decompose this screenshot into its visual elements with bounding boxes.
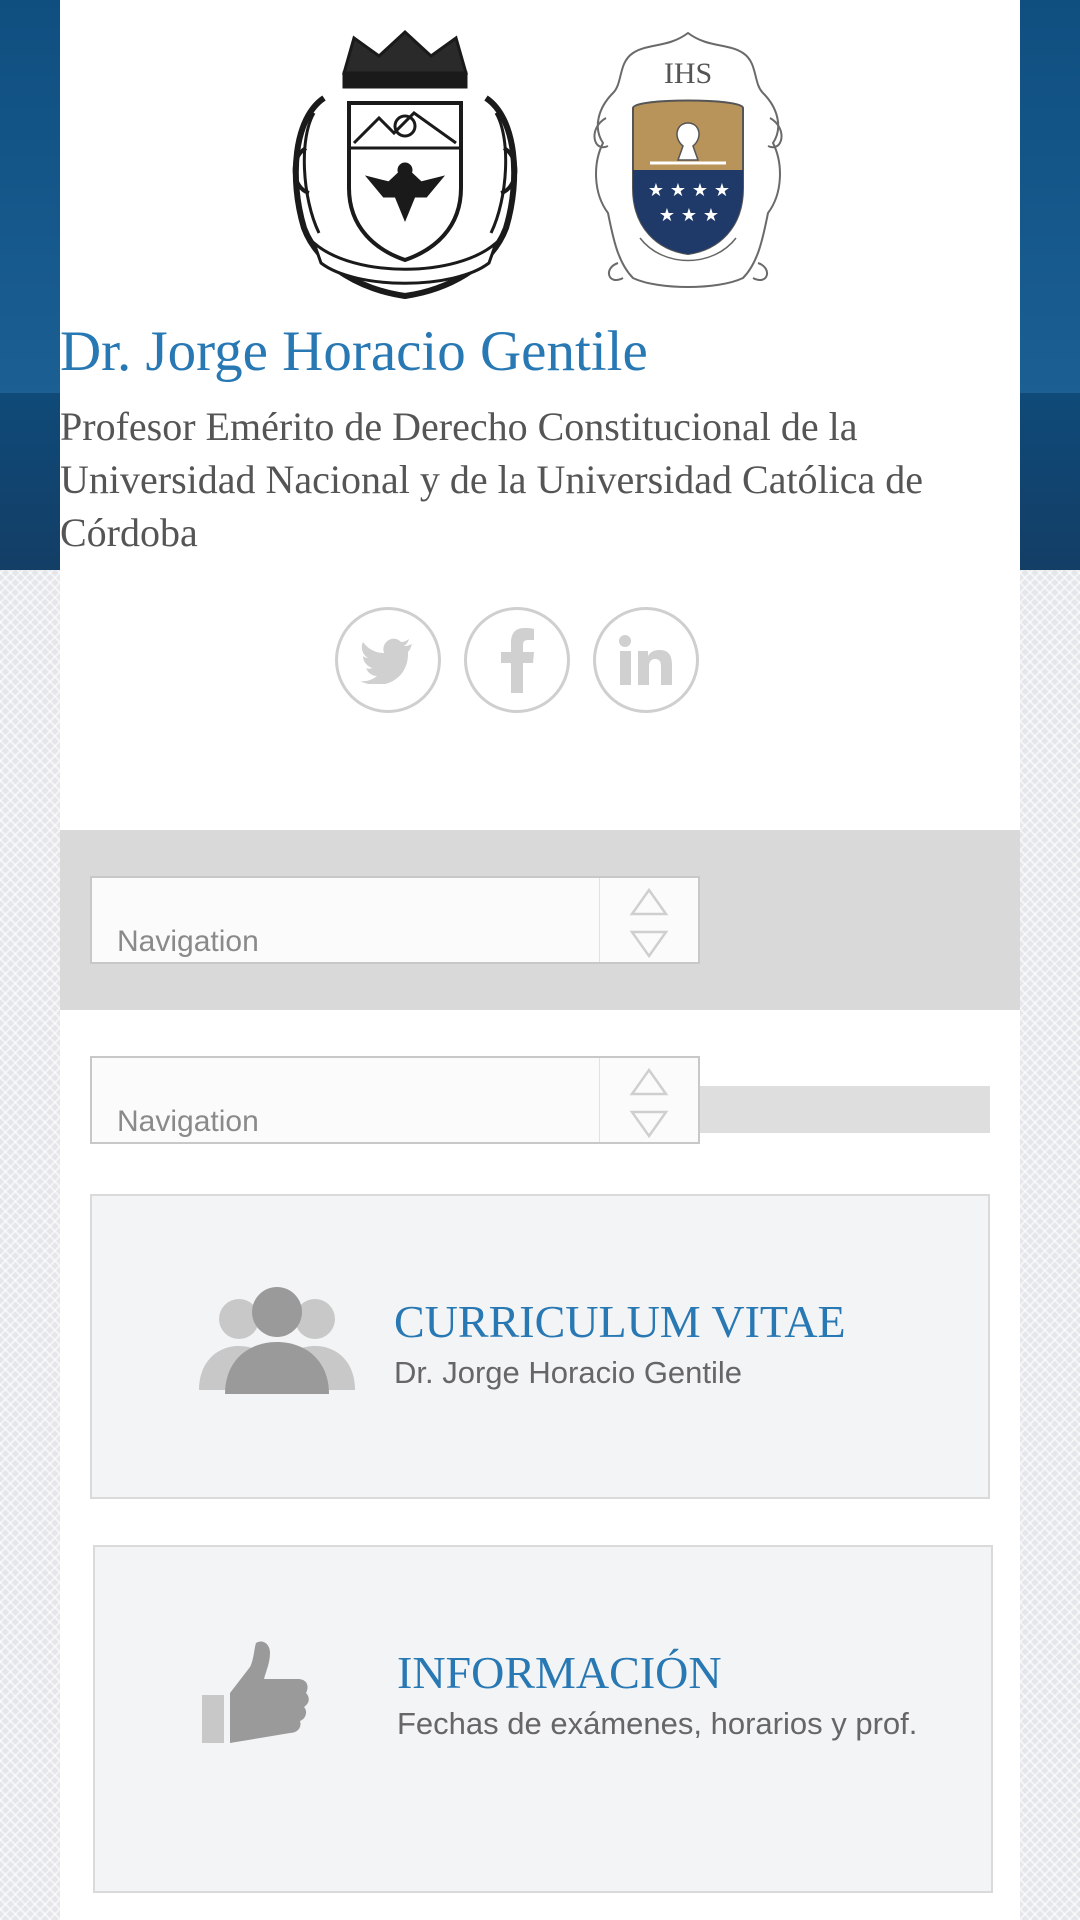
- up-down-arrows-icon: [629, 887, 669, 959]
- unc-coat-of-arms-logo[interactable]: [284, 28, 526, 303]
- page-container: IHS ★ ★ ★ ★ ★ ★ ★ Dr. Jorge Horacio Gentile P…: [60, 0, 1020, 1920]
- informacion-title: INFORMACIÓN: [397, 1647, 722, 1698]
- svg-text:★: ★: [692, 180, 708, 201]
- facebook-icon: [501, 628, 534, 693]
- secondary-navigation-spinner[interactable]: [599, 1058, 698, 1142]
- page-subtitle: Profesor Emérito de Derecho Constitucion…: [60, 404, 924, 555]
- twitter-link[interactable]: [335, 607, 441, 713]
- nav-bar-background: [700, 1086, 990, 1133]
- primary-navigation-spinner[interactable]: [599, 878, 698, 962]
- linkedin-link[interactable]: [593, 607, 699, 713]
- linkedin-icon: [619, 635, 672, 685]
- facebook-link[interactable]: [464, 607, 570, 713]
- users-icon: [199, 1287, 355, 1394]
- svg-text:IHS: IHS: [664, 57, 712, 90]
- svg-text:★: ★: [659, 205, 675, 226]
- svg-text:★: ★: [648, 180, 664, 201]
- primary-navigation-select[interactable]: Navigation: [90, 876, 700, 964]
- svg-text:★: ★: [703, 205, 719, 226]
- page-title[interactable]: Dr. Jorge Horacio Gentile: [60, 318, 648, 386]
- informacion-subtitle: Fechas de exámenes, horarios y prof.: [397, 1706, 918, 1741]
- curriculum-vitae-card[interactable]: CURRICULUM VITAE Dr. Jorge Horacio Genti…: [90, 1194, 990, 1499]
- logos-row: IHS ★ ★ ★ ★ ★ ★ ★: [60, 28, 1020, 303]
- informacion-card[interactable]: INFORMACIÓN Fechas de exámenes, horarios…: [93, 1545, 993, 1893]
- svg-text:★: ★: [714, 180, 730, 201]
- curriculum-vitae-title: CURRICULUM VITAE: [394, 1296, 846, 1347]
- secondary-navigation-select[interactable]: Navigation: [90, 1056, 700, 1144]
- twitter-icon: [360, 638, 412, 684]
- curriculum-vitae-subtitle: Dr. Jorge Horacio Gentile: [394, 1355, 743, 1390]
- up-down-arrows-icon: [629, 1067, 669, 1139]
- svg-text:★: ★: [670, 180, 686, 201]
- thumbs-up-icon: [202, 1641, 309, 1743]
- secondary-navigation-label: Navigation: [117, 1105, 259, 1138]
- svg-text:★: ★: [681, 205, 697, 226]
- ucc-seal-logo[interactable]: IHS ★ ★ ★ ★ ★ ★ ★: [588, 28, 788, 303]
- social-links: [335, 607, 775, 713]
- primary-navigation-label: Navigation: [117, 925, 259, 958]
